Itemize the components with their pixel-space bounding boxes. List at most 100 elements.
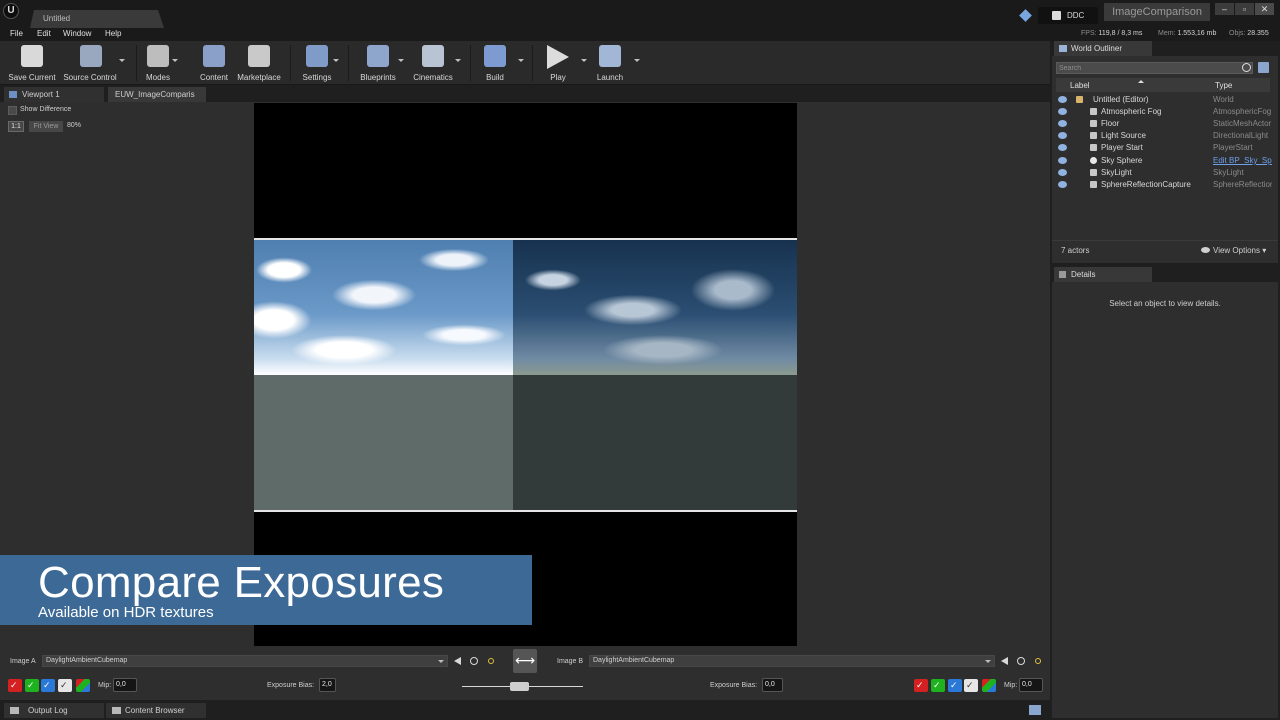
arrow-left-icon[interactable]: [1001, 657, 1008, 665]
slider-handle[interactable]: [510, 682, 529, 691]
outliner-search[interactable]: [1056, 62, 1253, 74]
reset-icon[interactable]: [1035, 658, 1041, 664]
blueprints-button[interactable]: Blueprints: [356, 43, 400, 83]
modes-button[interactable]: Modes: [140, 43, 176, 83]
settings-button[interactable]: Settings: [298, 43, 336, 83]
menu-window[interactable]: Window: [63, 29, 91, 38]
tab-output-log[interactable]: Output Log: [4, 703, 104, 718]
ddc-button[interactable]: DDC: [1038, 7, 1098, 24]
viewport-icon: [9, 91, 17, 98]
outliner-row[interactable]: Light Source DirectionalLight: [1056, 130, 1272, 142]
column-type-header[interactable]: Type: [1215, 81, 1232, 90]
source-control-button[interactable]: Source Control: [61, 43, 119, 83]
image-a-select[interactable]: DaylightAmbientCubemap: [42, 655, 448, 667]
tab-viewport-1[interactable]: Viewport 1: [4, 87, 104, 102]
arrow-left-icon[interactable]: [454, 657, 461, 665]
zoom-percent: 80%: [67, 122, 82, 129]
tab-world-outliner[interactable]: World Outliner: [1054, 41, 1152, 56]
visibility-eye-icon[interactable]: [1058, 96, 1067, 103]
view-options-button[interactable]: View Options ▾: [1201, 246, 1266, 255]
minimize-button[interactable]: –: [1215, 3, 1234, 15]
close-window-button[interactable]: ✕: [1255, 3, 1274, 15]
swap-images-button[interactable]: ⟷: [513, 649, 537, 673]
menu-help[interactable]: Help: [105, 29, 121, 38]
zoom-1-1-button[interactable]: 1:1: [8, 121, 24, 132]
image-a-exposure-field[interactable]: 2,0: [319, 678, 336, 692]
image-b-mip-field[interactable]: 0,0: [1019, 678, 1043, 692]
settings-dropdown[interactable]: [333, 43, 341, 83]
chevron-down-icon: [172, 59, 178, 62]
notification-icon[interactable]: [1029, 705, 1041, 715]
content-label: Content: [199, 73, 229, 82]
channel-red-toggle[interactable]: ✓: [914, 679, 928, 692]
edit-blueprint-link[interactable]: Edit BP_Sky_Sphere: [1213, 156, 1272, 165]
image-a-mip-field[interactable]: 0,0: [113, 678, 137, 692]
blueprints-dropdown[interactable]: [398, 43, 406, 83]
menu-edit[interactable]: Edit: [37, 29, 51, 38]
chevron-down-icon: [438, 660, 444, 663]
channel-red-toggle[interactable]: ✓: [8, 679, 22, 692]
build-dropdown[interactable]: [518, 43, 526, 83]
visibility-eye-icon[interactable]: [1058, 144, 1067, 151]
build-button[interactable]: Build: [477, 43, 513, 83]
content-button[interactable]: Content: [196, 43, 232, 83]
channel-blue-toggle[interactable]: ✓: [41, 679, 55, 692]
play-label: Play: [550, 73, 566, 82]
outliner-row[interactable]: Sky Sphere Edit BP_Sky_Sphere: [1056, 155, 1272, 167]
channel-rgb-toggle[interactable]: [982, 679, 996, 692]
channel-rgb-toggle[interactable]: [76, 679, 90, 692]
marketplace-label: Marketplace: [237, 73, 281, 82]
browse-search-icon[interactable]: [1017, 657, 1025, 665]
outliner-row[interactable]: Player Start PlayerStart: [1056, 142, 1272, 154]
modes-dropdown[interactable]: [172, 43, 180, 83]
channel-blue-toggle[interactable]: ✓: [948, 679, 962, 692]
outliner-row[interactable]: Atmospheric Fog AtmosphericFog: [1056, 106, 1272, 118]
fog-icon: [1090, 108, 1097, 115]
directional-light-icon: [1090, 132, 1097, 139]
marketplace-button[interactable]: Marketplace: [235, 43, 283, 83]
visibility-eye-icon[interactable]: [1058, 181, 1067, 188]
outliner-row[interactable]: Floor StaticMeshActor: [1056, 118, 1272, 130]
show-difference-checkbox[interactable]: [8, 106, 17, 115]
reset-icon[interactable]: [488, 658, 494, 664]
browse-search-icon[interactable]: [470, 657, 478, 665]
tab-details[interactable]: Details: [1054, 267, 1152, 282]
channel-green-toggle[interactable]: ✓: [25, 679, 39, 692]
outliner-search-input[interactable]: [1059, 63, 1229, 73]
outliner-row[interactable]: SkyLight SkyLight: [1056, 167, 1272, 179]
menu-file[interactable]: File: [10, 29, 23, 38]
outliner-row[interactable]: Untitled (Editor) World: [1056, 94, 1272, 106]
document-tab[interactable]: Untitled: [30, 10, 164, 28]
image-a-select-value: DaylightAmbientCubemap: [46, 657, 128, 664]
cinematics-button[interactable]: Cinematics: [410, 43, 456, 83]
outliner-row-label: Atmospheric Fog: [1101, 107, 1162, 116]
channel-alpha-toggle[interactable]: ✓: [58, 679, 72, 692]
channel-green-toggle[interactable]: ✓: [931, 679, 945, 692]
maximize-button[interactable]: ▫: [1235, 3, 1254, 15]
source-control-icon: [80, 45, 102, 67]
visibility-eye-icon[interactable]: [1058, 157, 1067, 164]
details-empty-message: Select an object to view details.: [1109, 299, 1221, 308]
tab-content-browser[interactable]: Content Browser: [106, 703, 206, 718]
image-b-select[interactable]: DaylightAmbientCubemap: [589, 655, 995, 667]
add-folder-icon[interactable]: [1258, 62, 1269, 73]
play-button[interactable]: Play: [540, 43, 576, 83]
ddc-label: DDC: [1067, 11, 1085, 20]
launch-dropdown[interactable]: [634, 43, 642, 83]
visibility-eye-icon[interactable]: [1058, 108, 1067, 115]
visibility-eye-icon[interactable]: [1058, 120, 1067, 127]
tab-image-comparison[interactable]: EUW_ImageComparis: [108, 87, 206, 102]
fit-view-button[interactable]: Fit View: [29, 121, 63, 132]
visibility-eye-icon[interactable]: [1058, 132, 1067, 139]
source-control-dropdown[interactable]: [119, 43, 127, 83]
column-label-header[interactable]: Label: [1070, 81, 1090, 90]
play-dropdown[interactable]: [581, 43, 589, 83]
cinematics-dropdown[interactable]: [455, 43, 463, 83]
chevron-down-icon: [581, 59, 587, 62]
channel-alpha-toggle[interactable]: ✓: [964, 679, 978, 692]
save-current-button[interactable]: Save Current: [4, 43, 60, 83]
launch-button[interactable]: Launch: [592, 43, 628, 83]
image-b-exposure-field[interactable]: 0,0: [762, 678, 783, 692]
outliner-row[interactable]: SphereReflectionCapture SphereReflection…: [1056, 179, 1272, 191]
visibility-eye-icon[interactable]: [1058, 169, 1067, 176]
